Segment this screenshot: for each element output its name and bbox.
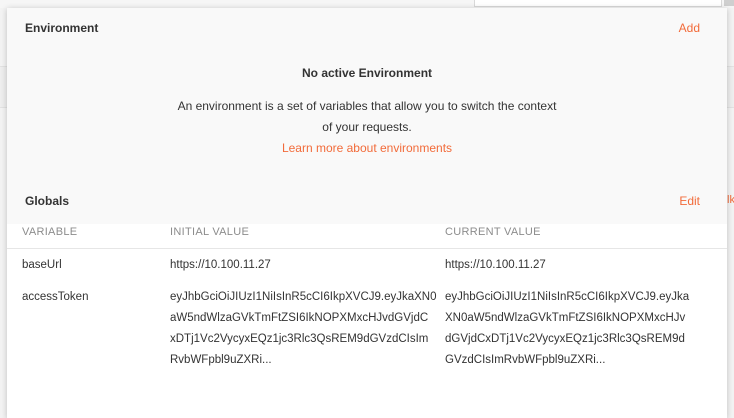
environment-section: Environment Add No active Environment An… [7,8,727,185]
column-header-initial-value: INITIAL VALUE [170,226,250,238]
initial-value: eyJhbGciOiJIUzI1NiIsInR5cCI6IkpXVCJ9.eyJ… [170,287,437,371]
current-value: eyJhbGciOiJIUzI1NiIsInR5cCI6IkpXVCJ9.eyJ… [445,287,689,371]
variable-name: baseUrl [22,259,62,271]
add-environment-button[interactable]: Add [679,21,700,35]
no-active-environment-heading: No active Environment [301,66,433,80]
column-header-variable: VARIABLE [22,226,78,238]
initial-value-line: RvbWFpbl9uZXRi... [170,354,272,366]
globals-title: Globals [25,194,70,208]
background-link-peek: lk [727,194,734,206]
initial-value: https://10.100.11.27 [170,259,271,271]
initial-value-line: aW5ndWlzaGVkTmFtZSI6IkNOPXMxcHJvdGVjdC [170,312,429,324]
background-search-field [474,0,722,7]
current-value-line: GVzdCIsImRvbWFpbl9uZXRi... [445,354,606,366]
environment-title: Environment [25,21,99,35]
environment-quick-look-panel: Environment Add No active Environment An… [7,8,727,418]
current-value: https://10.100.11.27 [445,259,546,271]
variable-name: accessToken [22,291,89,303]
eye-icon [724,0,734,6]
initial-value-line: xDTj1Vc2VycyxEQz1jc3Rlc3QsREM9dGVzdCIsIm [170,333,429,345]
initial-value-line: eyJhbGciOiJIUzI1NiIsInR5cCI6IkpXVCJ9.eyJ… [170,291,437,303]
globals-header: Globals Edit [7,184,727,224]
current-value-line: eyJhbGciOiJIUzI1NiIsInR5cCI6IkpXVCJ9.eyJ… [445,291,690,303]
current-value-line: XN0aW5ndWlzaGVkTmFtZSI6IkNOPXMxcHJv [445,312,686,324]
column-header-current-value: CURRENT VALUE [445,226,541,238]
current-value-line: dGVjdCxDTj1Vc2VycyxEQz1jc3Rlc3QsREM9d [445,333,685,345]
edit-globals-button[interactable]: Edit [679,194,700,208]
environment-description: An environment is a set of variables tha… [177,99,557,134]
learn-more-environments-link[interactable]: Learn more about environments [7,141,727,155]
globals-table-header: VARIABLE INITIAL VALUE CURRENT VALUE [7,220,727,249]
